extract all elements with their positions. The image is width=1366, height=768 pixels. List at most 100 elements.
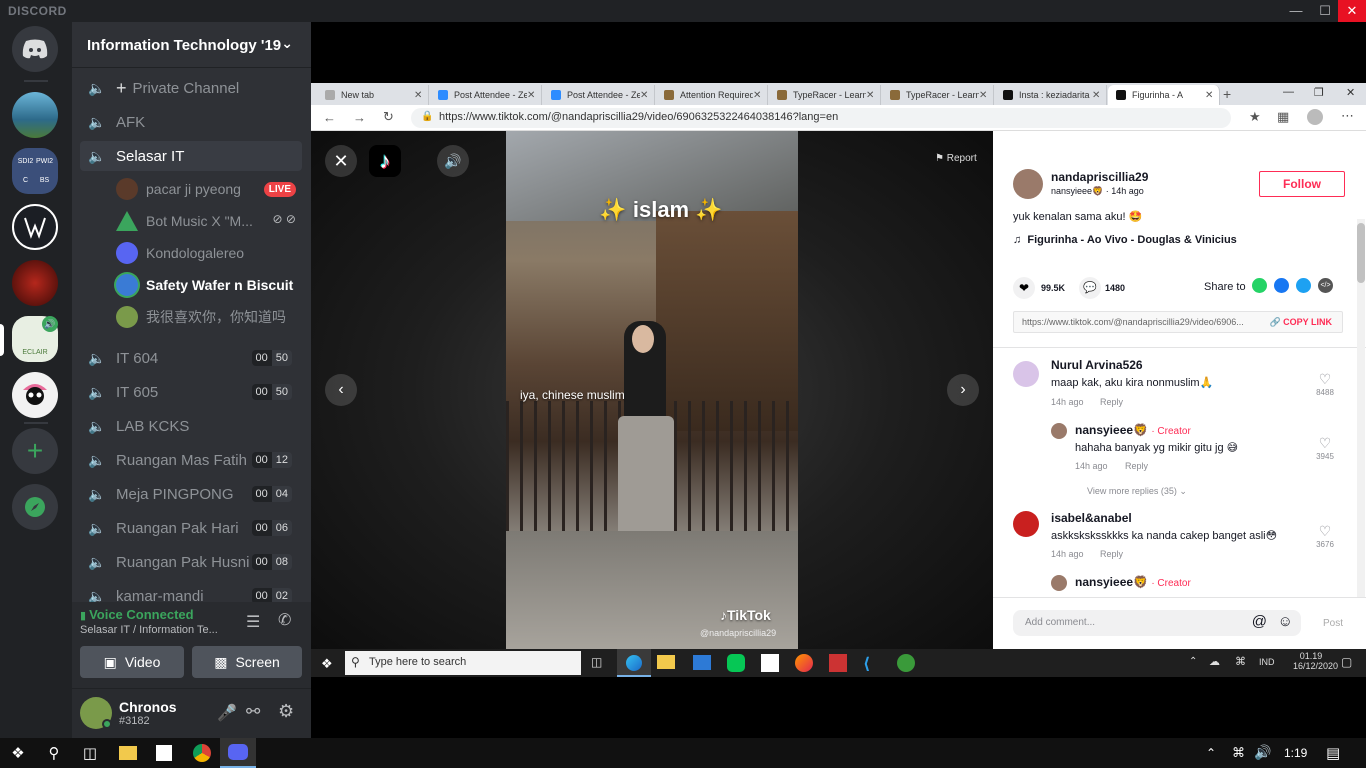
voice-channel-pak-husni[interactable]: 🔈 Ruangan Pak Husni 00 08 bbox=[80, 547, 302, 577]
browser-tab[interactable]: Attention Required ✕ bbox=[656, 85, 768, 105]
browser-tab[interactable]: New tab ✕ bbox=[317, 85, 429, 105]
close-window-icon[interactable]: ✕ bbox=[1346, 86, 1355, 99]
report-button[interactable]: ⚑ Report bbox=[935, 153, 977, 164]
restore-icon[interactable]: ❐ bbox=[1314, 86, 1324, 99]
collections-icon[interactable]: ▦ bbox=[1277, 109, 1289, 125]
browser-tab[interactable]: TypeRacer - Learn ✕ bbox=[769, 85, 881, 105]
add-server-icon[interactable]: + bbox=[12, 428, 58, 474]
network-icon[interactable]: ⌘ bbox=[1235, 655, 1246, 668]
file-explorer-icon[interactable] bbox=[110, 738, 146, 768]
voice-channel-it605[interactable]: 🔈 IT 605 00 50 bbox=[80, 377, 302, 407]
server-icon-pirate-skull[interactable] bbox=[12, 372, 58, 418]
onedrive-icon[interactable]: ☁ bbox=[1209, 655, 1220, 668]
explore-servers-button[interactable] bbox=[12, 484, 58, 530]
task-view-icon[interactable]: ◫ bbox=[591, 655, 602, 669]
gear-icon[interactable]: ⚙ bbox=[278, 701, 294, 722]
show-hidden-icons[interactable]: ⌃ bbox=[1206, 746, 1216, 760]
voice-channel-selasar-it[interactable]: 🔈 Selasar IT bbox=[80, 141, 302, 171]
voice-user[interactable]: 我很喜欢你，你知道吗 bbox=[116, 302, 302, 332]
reply-button[interactable]: Reply bbox=[1100, 397, 1123, 407]
like-icon[interactable]: ❤ bbox=[1013, 277, 1035, 299]
voice-channel-pingpong[interactable]: 🔈 Meja PINGPONG 00 04 bbox=[80, 479, 302, 509]
volume-icon[interactable]: 🔊 bbox=[1254, 744, 1271, 761]
voice-channel-afk[interactable]: 🔈 AFK bbox=[80, 107, 302, 137]
browser-tab[interactable]: TypeRacer - Learn ✕ bbox=[882, 85, 994, 105]
clock[interactable]: 1:19 bbox=[1284, 746, 1307, 760]
commenter-avatar[interactable] bbox=[1013, 361, 1039, 387]
tiktok-logo-icon[interactable]: ♪ bbox=[369, 145, 401, 177]
video-button[interactable]: ▣ Video bbox=[80, 646, 184, 678]
next-video-icon[interactable]: › bbox=[947, 374, 979, 406]
comment-like-button[interactable]: ♡ 8488 bbox=[1310, 371, 1340, 397]
forward-icon[interactable]: → bbox=[353, 110, 366, 125]
whatsapp-icon[interactable] bbox=[1252, 278, 1267, 293]
voice-location[interactable]: Selasar IT / Information Te... bbox=[80, 624, 230, 636]
post-comment-button[interactable]: Post bbox=[1323, 618, 1343, 629]
server-icon-campus[interactable] bbox=[12, 92, 58, 138]
browser-tab[interactable]: Insta : keziadarita ✕ bbox=[995, 85, 1107, 105]
disconnect-icon[interactable]: ✆ bbox=[278, 610, 291, 630]
voice-user[interactable]: Bot Music X "M... ⊘ ⊘ bbox=[116, 206, 302, 236]
comment-author[interactable]: nansyieee🦁 · Creator bbox=[1075, 575, 1191, 589]
comment-like-button[interactable]: ♡ 3676 bbox=[1310, 523, 1340, 549]
comment-like-button[interactable]: ♡ 3945 bbox=[1310, 435, 1340, 461]
reload-icon[interactable]: ↻ bbox=[383, 109, 394, 125]
close-button[interactable]: ✕ bbox=[1338, 0, 1366, 22]
mention-icon[interactable]: @ bbox=[1252, 613, 1267, 630]
volume-icon[interactable]: 🔊 bbox=[437, 145, 469, 177]
favorites-icon[interactable]: ★ bbox=[1249, 109, 1261, 125]
voice-user[interactable]: pacar ji pyeong LIVE bbox=[116, 174, 302, 204]
tiktok-video-player[interactable]: ✨ islam ✨ iya, chinese muslim ♪TikTok @n… bbox=[311, 131, 993, 649]
store-icon[interactable] bbox=[146, 738, 182, 768]
noise-suppression-icon[interactable]: ☰ bbox=[246, 612, 260, 632]
guild-header[interactable]: Information Technology '19 ⌄ bbox=[72, 22, 311, 68]
embed-icon[interactable]: </> bbox=[1318, 278, 1333, 293]
view-more-replies-button[interactable]: View more replies (35) ⌄ bbox=[1087, 486, 1187, 497]
scrollbar-thumb[interactable] bbox=[1357, 223, 1365, 283]
comment-author[interactable]: isabel&anabel bbox=[1051, 511, 1132, 525]
line-app-icon[interactable] bbox=[727, 654, 745, 672]
follow-button[interactable]: Follow bbox=[1259, 171, 1345, 197]
voice-channel-lab-kcks[interactable]: 🔈 LAB KCKS bbox=[80, 411, 302, 441]
reply-button[interactable]: Reply bbox=[1125, 461, 1148, 471]
voice-channel-it604[interactable]: 🔈 IT 604 00 50 bbox=[80, 343, 302, 373]
taskbar-search-box[interactable]: ⚲ Type here to search bbox=[345, 651, 581, 675]
windows-start-icon[interactable]: ❖ bbox=[321, 656, 333, 672]
inner-clock[interactable]: 01.19 16/12/2020 bbox=[1293, 651, 1338, 671]
back-icon[interactable]: ← bbox=[323, 110, 336, 125]
browser-tab-active[interactable]: Figurinha - A ✕ bbox=[1108, 85, 1220, 105]
emoji-icon[interactable]: ☺ bbox=[1278, 613, 1293, 630]
comment-author[interactable]: Nurul Arvina526 bbox=[1051, 358, 1143, 372]
reply-button[interactable]: Reply bbox=[1100, 549, 1123, 559]
windows-start-icon[interactable]: ❖ bbox=[0, 738, 36, 768]
voice-status[interactable]: ▮ Voice Connected bbox=[80, 607, 194, 622]
maximize-button[interactable]: ☐ bbox=[1311, 0, 1339, 22]
new-tab-icon[interactable]: + bbox=[1223, 86, 1231, 102]
firefox-icon[interactable] bbox=[795, 654, 813, 672]
server-icon-red-mask[interactable] bbox=[12, 260, 58, 306]
search-icon[interactable]: ⚲ bbox=[36, 738, 72, 768]
comments-scrollbar[interactable] bbox=[1357, 219, 1365, 599]
video-app-icon[interactable] bbox=[829, 654, 847, 672]
voice-channel-private[interactable]: 🔈 + Private Channel bbox=[80, 73, 302, 103]
more-menu-icon[interactable]: ⋯ bbox=[1341, 108, 1354, 124]
chrome-icon[interactable] bbox=[184, 738, 220, 768]
store-icon[interactable] bbox=[761, 654, 779, 672]
comment-icon[interactable]: 💬 bbox=[1079, 277, 1101, 299]
commenter-avatar[interactable] bbox=[1051, 575, 1067, 591]
voice-channel-kamar-mandi[interactable]: 🔈 kamar-mandi 00 02 bbox=[80, 581, 302, 602]
voice-channel-mas-fatih[interactable]: 🔈 Ruangan Mas Fatih 00 12 bbox=[80, 445, 302, 475]
wifi-icon[interactable]: ⌘ bbox=[1232, 745, 1245, 761]
previous-video-icon[interactable]: ‹ bbox=[325, 374, 357, 406]
headphones-icon[interactable]: ⚯ bbox=[246, 702, 260, 722]
copy-link-button[interactable]: 🔗 COPY LINK bbox=[1269, 317, 1332, 328]
url-input[interactable]: 🔒 https://www.tiktok.com/@nandapriscilli… bbox=[411, 108, 1231, 128]
browser-tab[interactable]: Post Attendee - Ze ✕ bbox=[543, 85, 655, 105]
minimize-icon[interactable]: — bbox=[1283, 86, 1294, 98]
author-avatar[interactable] bbox=[1013, 169, 1043, 199]
commenter-avatar[interactable] bbox=[1013, 511, 1039, 537]
discord-taskbar-button[interactable] bbox=[220, 738, 256, 768]
server-icon-alan-walker[interactable] bbox=[12, 204, 58, 250]
voice-channel-pak-hari[interactable]: 🔈 Ruangan Pak Hari 00 06 bbox=[80, 513, 302, 543]
task-view-icon[interactable]: ◫ bbox=[72, 738, 108, 768]
